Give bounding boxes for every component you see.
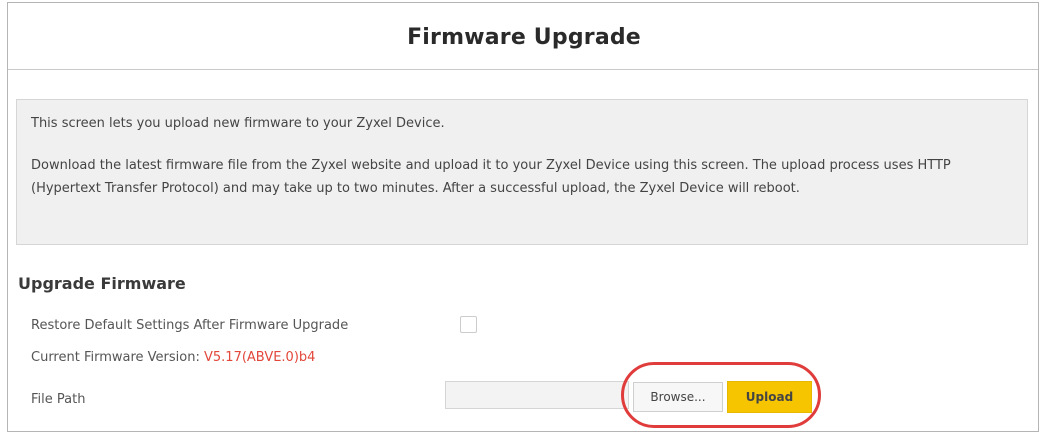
section-title-upgrade-firmware: Upgrade Firmware [18,274,186,293]
browse-button[interactable]: Browse... [633,382,723,412]
file-path-input[interactable] [445,381,629,409]
upload-button[interactable]: Upload [727,381,812,413]
firmware-upgrade-panel: Firmware Upgrade This screen lets you up… [7,2,1039,432]
restore-default-label: Restore Default Settings After Firmware … [31,318,349,333]
restore-default-checkbox[interactable] [460,316,477,333]
info-box: This screen lets you upload new firmware… [16,99,1028,245]
info-description-text: Download the latest firmware file from t… [31,158,951,196]
file-path-label: File Path [31,392,86,407]
page-title: Firmware Upgrade [407,25,641,50]
current-firmware-version: Current Firmware Version: V5.17(ABVE.0)b… [31,350,315,365]
version-value: V5.17(ABVE.0)b4 [204,350,316,365]
version-label: Current Firmware Version: [31,350,204,365]
info-intro-text: This screen lets you upload new firmware… [31,116,445,131]
title-divider [8,69,1038,70]
